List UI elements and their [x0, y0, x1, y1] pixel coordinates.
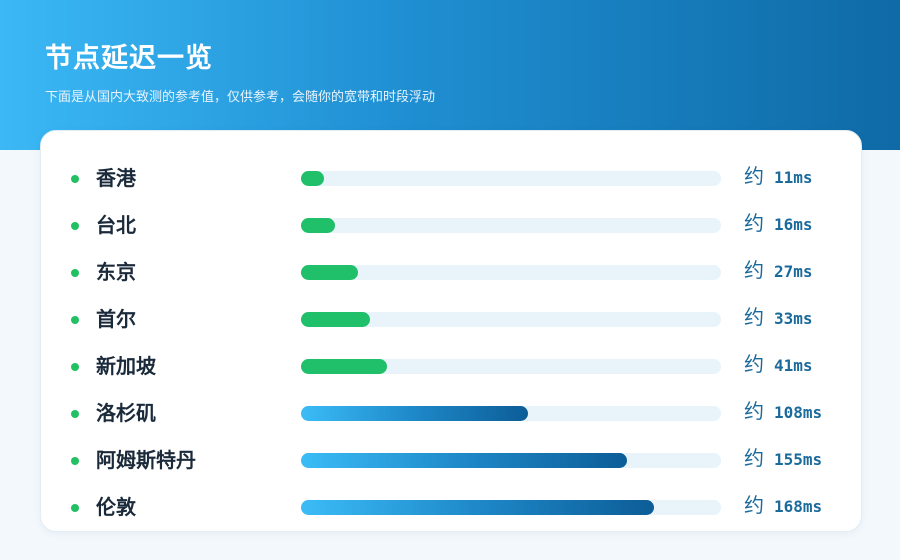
- node-name: 东京: [96, 260, 136, 284]
- approx-label: 约: [744, 352, 764, 376]
- approx-label: 约: [744, 211, 764, 235]
- node-name: 香港: [96, 166, 136, 190]
- latency-bar-track: [301, 265, 721, 280]
- latency-value: 11ms: [774, 168, 813, 187]
- page-title: 节点延迟一览: [45, 43, 213, 74]
- node-name: 新加坡: [96, 354, 156, 378]
- latency-bar-fill: [301, 312, 370, 327]
- node-name: 阿姆斯特丹: [96, 448, 196, 472]
- approx-label: 约: [744, 164, 764, 188]
- approx-label: 约: [744, 493, 764, 517]
- status-dot-icon: [71, 363, 79, 371]
- node-row: 洛杉矶 约 108ms: [41, 390, 861, 426]
- latency-bar-track: [301, 406, 721, 421]
- node-row: 香港 约 11ms: [41, 155, 861, 191]
- node-row: 伦敦 约 168ms: [41, 484, 861, 520]
- latency-card: 香港 约 11ms 台北 约 16ms 东京 约 27ms 首尔 约 33ms 新加坡 …: [40, 130, 862, 532]
- latency-bar-track: [301, 359, 721, 374]
- status-dot-icon: [71, 175, 79, 183]
- latency-bar-fill: [301, 359, 387, 374]
- status-dot-icon: [71, 269, 79, 277]
- status-dot-icon: [71, 410, 79, 418]
- latency-value: 33ms: [774, 309, 813, 328]
- page-subtitle: 下面是从国内大致测的参考值，仅供参考，会随你的宽带和时段浮动: [45, 90, 436, 105]
- approx-label: 约: [744, 446, 764, 470]
- status-dot-icon: [71, 504, 79, 512]
- approx-label: 约: [744, 399, 764, 423]
- latency-bar-track: [301, 312, 721, 327]
- latency-readout: 约 108ms: [744, 395, 822, 424]
- latency-readout: 约 155ms: [744, 442, 822, 471]
- latency-value: 16ms: [774, 215, 813, 234]
- latency-bar-fill: [301, 500, 654, 515]
- latency-value: 41ms: [774, 356, 813, 375]
- latency-readout: 约 41ms: [744, 348, 813, 377]
- node-name: 洛杉矶: [96, 401, 156, 425]
- node-row: 新加坡 约 41ms: [41, 343, 861, 379]
- status-dot-icon: [71, 222, 79, 230]
- node-name: 首尔: [96, 307, 136, 331]
- approx-label: 约: [744, 305, 764, 329]
- node-row: 首尔 约 33ms: [41, 296, 861, 332]
- latency-bar-fill: [301, 218, 335, 233]
- latency-value: 155ms: [774, 450, 823, 469]
- node-row: 阿姆斯特丹 约 155ms: [41, 437, 861, 473]
- status-dot-icon: [71, 316, 79, 324]
- node-name: 台北: [96, 213, 136, 237]
- node-name: 伦敦: [96, 495, 136, 519]
- latency-value: 27ms: [774, 262, 813, 281]
- status-dot-icon: [71, 457, 79, 465]
- header-banner: 节点延迟一览 下面是从国内大致测的参考值，仅供参考，会随你的宽带和时段浮动: [0, 0, 900, 150]
- latency-bar-track: [301, 218, 721, 233]
- approx-label: 约: [744, 258, 764, 282]
- node-row: 东京 约 27ms: [41, 249, 861, 285]
- latency-bar-track: [301, 453, 721, 468]
- latency-value: 168ms: [774, 497, 823, 516]
- latency-bar-track: [301, 500, 721, 515]
- latency-readout: 约 16ms: [744, 207, 813, 236]
- latency-bar-fill: [301, 453, 627, 468]
- latency-readout: 约 11ms: [744, 160, 813, 189]
- latency-readout: 约 168ms: [744, 489, 822, 518]
- latency-bar-fill: [301, 406, 528, 421]
- latency-bar-fill: [301, 265, 358, 280]
- node-row: 台北 约 16ms: [41, 202, 861, 238]
- latency-bar-fill: [301, 171, 324, 186]
- latency-bar-track: [301, 171, 721, 186]
- latency-readout: 约 27ms: [744, 254, 813, 283]
- latency-readout: 约 33ms: [744, 301, 813, 330]
- latency-value: 108ms: [774, 403, 823, 422]
